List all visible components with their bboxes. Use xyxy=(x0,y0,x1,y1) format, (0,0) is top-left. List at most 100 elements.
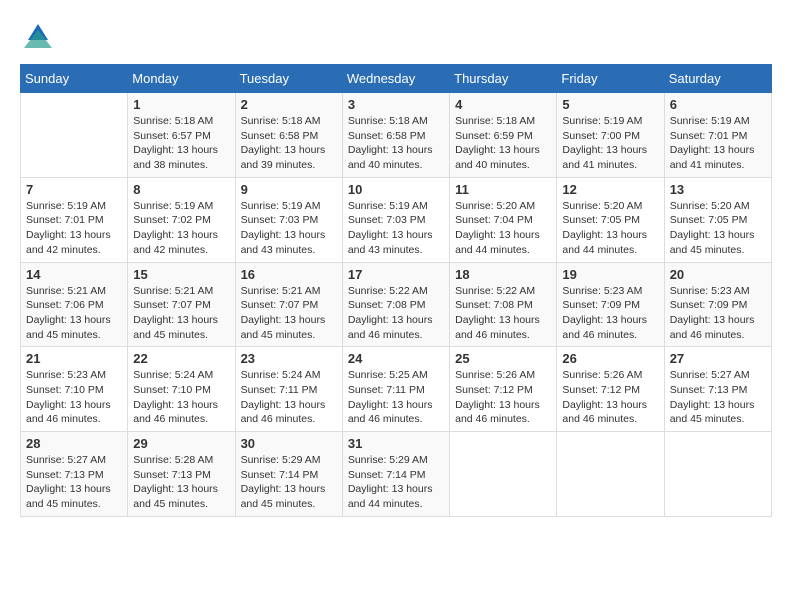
day-cell xyxy=(557,432,664,517)
day-info: Sunrise: 5:21 AM Sunset: 7:06 PM Dayligh… xyxy=(26,284,122,343)
day-cell: 28 Sunrise: 5:27 AM Sunset: 7:13 PM Dayl… xyxy=(21,432,128,517)
day-cell: 8 Sunrise: 5:19 AM Sunset: 7:02 PM Dayli… xyxy=(128,177,235,262)
day-cell: 10 Sunrise: 5:19 AM Sunset: 7:03 PM Dayl… xyxy=(342,177,449,262)
day-number: 11 xyxy=(455,182,551,197)
day-number: 3 xyxy=(348,97,444,112)
header-row: SundayMondayTuesdayWednesdayThursdayFrid… xyxy=(21,65,772,93)
day-cell: 29 Sunrise: 5:28 AM Sunset: 7:13 PM Dayl… xyxy=(128,432,235,517)
day-cell: 15 Sunrise: 5:21 AM Sunset: 7:07 PM Dayl… xyxy=(128,262,235,347)
day-number: 16 xyxy=(241,267,337,282)
day-number: 26 xyxy=(562,351,658,366)
day-number: 14 xyxy=(26,267,122,282)
day-number: 24 xyxy=(348,351,444,366)
day-info: Sunrise: 5:18 AM Sunset: 6:57 PM Dayligh… xyxy=(133,114,229,173)
logo-icon xyxy=(24,20,52,48)
day-info: Sunrise: 5:19 AM Sunset: 7:03 PM Dayligh… xyxy=(348,199,444,258)
day-info: Sunrise: 5:24 AM Sunset: 7:11 PM Dayligh… xyxy=(241,368,337,427)
col-header-sunday: Sunday xyxy=(21,65,128,93)
day-cell: 11 Sunrise: 5:20 AM Sunset: 7:04 PM Dayl… xyxy=(450,177,557,262)
col-header-wednesday: Wednesday xyxy=(342,65,449,93)
day-info: Sunrise: 5:26 AM Sunset: 7:12 PM Dayligh… xyxy=(455,368,551,427)
day-cell: 12 Sunrise: 5:20 AM Sunset: 7:05 PM Dayl… xyxy=(557,177,664,262)
day-number: 7 xyxy=(26,182,122,197)
day-cell: 2 Sunrise: 5:18 AM Sunset: 6:58 PM Dayli… xyxy=(235,93,342,178)
day-info: Sunrise: 5:21 AM Sunset: 7:07 PM Dayligh… xyxy=(241,284,337,343)
day-info: Sunrise: 5:19 AM Sunset: 7:02 PM Dayligh… xyxy=(133,199,229,258)
day-cell xyxy=(21,93,128,178)
col-header-saturday: Saturday xyxy=(664,65,771,93)
day-cell: 22 Sunrise: 5:24 AM Sunset: 7:10 PM Dayl… xyxy=(128,347,235,432)
col-header-tuesday: Tuesday xyxy=(235,65,342,93)
day-cell: 1 Sunrise: 5:18 AM Sunset: 6:57 PM Dayli… xyxy=(128,93,235,178)
day-cell xyxy=(664,432,771,517)
day-info: Sunrise: 5:18 AM Sunset: 6:58 PM Dayligh… xyxy=(241,114,337,173)
day-number: 4 xyxy=(455,97,551,112)
day-number: 13 xyxy=(670,182,766,197)
day-info: Sunrise: 5:22 AM Sunset: 7:08 PM Dayligh… xyxy=(455,284,551,343)
day-number: 31 xyxy=(348,436,444,451)
day-cell: 21 Sunrise: 5:23 AM Sunset: 7:10 PM Dayl… xyxy=(21,347,128,432)
day-number: 6 xyxy=(670,97,766,112)
day-info: Sunrise: 5:21 AM Sunset: 7:07 PM Dayligh… xyxy=(133,284,229,343)
day-number: 19 xyxy=(562,267,658,282)
calendar-table: SundayMondayTuesdayWednesdayThursdayFrid… xyxy=(20,64,772,517)
day-number: 27 xyxy=(670,351,766,366)
day-number: 22 xyxy=(133,351,229,366)
day-cell: 25 Sunrise: 5:26 AM Sunset: 7:12 PM Dayl… xyxy=(450,347,557,432)
day-info: Sunrise: 5:24 AM Sunset: 7:10 PM Dayligh… xyxy=(133,368,229,427)
day-number: 17 xyxy=(348,267,444,282)
day-cell: 26 Sunrise: 5:26 AM Sunset: 7:12 PM Dayl… xyxy=(557,347,664,432)
day-cell: 24 Sunrise: 5:25 AM Sunset: 7:11 PM Dayl… xyxy=(342,347,449,432)
day-number: 8 xyxy=(133,182,229,197)
logo xyxy=(20,20,52,48)
day-number: 5 xyxy=(562,97,658,112)
day-cell: 31 Sunrise: 5:29 AM Sunset: 7:14 PM Dayl… xyxy=(342,432,449,517)
day-info: Sunrise: 5:29 AM Sunset: 7:14 PM Dayligh… xyxy=(241,453,337,512)
day-cell: 3 Sunrise: 5:18 AM Sunset: 6:58 PM Dayli… xyxy=(342,93,449,178)
day-cell: 23 Sunrise: 5:24 AM Sunset: 7:11 PM Dayl… xyxy=(235,347,342,432)
day-number: 18 xyxy=(455,267,551,282)
day-cell: 5 Sunrise: 5:19 AM Sunset: 7:00 PM Dayli… xyxy=(557,93,664,178)
day-cell: 27 Sunrise: 5:27 AM Sunset: 7:13 PM Dayl… xyxy=(664,347,771,432)
day-cell: 6 Sunrise: 5:19 AM Sunset: 7:01 PM Dayli… xyxy=(664,93,771,178)
day-number: 20 xyxy=(670,267,766,282)
day-number: 30 xyxy=(241,436,337,451)
day-number: 21 xyxy=(26,351,122,366)
day-number: 1 xyxy=(133,97,229,112)
day-info: Sunrise: 5:27 AM Sunset: 7:13 PM Dayligh… xyxy=(670,368,766,427)
week-row-5: 28 Sunrise: 5:27 AM Sunset: 7:13 PM Dayl… xyxy=(21,432,772,517)
day-info: Sunrise: 5:20 AM Sunset: 7:05 PM Dayligh… xyxy=(562,199,658,258)
day-info: Sunrise: 5:18 AM Sunset: 6:59 PM Dayligh… xyxy=(455,114,551,173)
day-cell xyxy=(450,432,557,517)
week-row-2: 7 Sunrise: 5:19 AM Sunset: 7:01 PM Dayli… xyxy=(21,177,772,262)
day-info: Sunrise: 5:26 AM Sunset: 7:12 PM Dayligh… xyxy=(562,368,658,427)
day-number: 9 xyxy=(241,182,337,197)
day-cell: 17 Sunrise: 5:22 AM Sunset: 7:08 PM Dayl… xyxy=(342,262,449,347)
col-header-monday: Monday xyxy=(128,65,235,93)
day-number: 15 xyxy=(133,267,229,282)
week-row-4: 21 Sunrise: 5:23 AM Sunset: 7:10 PM Dayl… xyxy=(21,347,772,432)
day-info: Sunrise: 5:22 AM Sunset: 7:08 PM Dayligh… xyxy=(348,284,444,343)
col-header-friday: Friday xyxy=(557,65,664,93)
day-info: Sunrise: 5:25 AM Sunset: 7:11 PM Dayligh… xyxy=(348,368,444,427)
day-info: Sunrise: 5:23 AM Sunset: 7:09 PM Dayligh… xyxy=(562,284,658,343)
day-info: Sunrise: 5:19 AM Sunset: 7:01 PM Dayligh… xyxy=(670,114,766,173)
day-info: Sunrise: 5:18 AM Sunset: 6:58 PM Dayligh… xyxy=(348,114,444,173)
week-row-1: 1 Sunrise: 5:18 AM Sunset: 6:57 PM Dayli… xyxy=(21,93,772,178)
day-cell: 30 Sunrise: 5:29 AM Sunset: 7:14 PM Dayl… xyxy=(235,432,342,517)
col-header-thursday: Thursday xyxy=(450,65,557,93)
day-number: 25 xyxy=(455,351,551,366)
day-cell: 16 Sunrise: 5:21 AM Sunset: 7:07 PM Dayl… xyxy=(235,262,342,347)
day-number: 28 xyxy=(26,436,122,451)
day-info: Sunrise: 5:28 AM Sunset: 7:13 PM Dayligh… xyxy=(133,453,229,512)
week-row-3: 14 Sunrise: 5:21 AM Sunset: 7:06 PM Dayl… xyxy=(21,262,772,347)
day-cell: 14 Sunrise: 5:21 AM Sunset: 7:06 PM Dayl… xyxy=(21,262,128,347)
day-cell: 7 Sunrise: 5:19 AM Sunset: 7:01 PM Dayli… xyxy=(21,177,128,262)
day-cell: 20 Sunrise: 5:23 AM Sunset: 7:09 PM Dayl… xyxy=(664,262,771,347)
day-number: 29 xyxy=(133,436,229,451)
day-info: Sunrise: 5:23 AM Sunset: 7:09 PM Dayligh… xyxy=(670,284,766,343)
day-cell: 4 Sunrise: 5:18 AM Sunset: 6:59 PM Dayli… xyxy=(450,93,557,178)
day-info: Sunrise: 5:29 AM Sunset: 7:14 PM Dayligh… xyxy=(348,453,444,512)
day-number: 2 xyxy=(241,97,337,112)
day-info: Sunrise: 5:20 AM Sunset: 7:05 PM Dayligh… xyxy=(670,199,766,258)
